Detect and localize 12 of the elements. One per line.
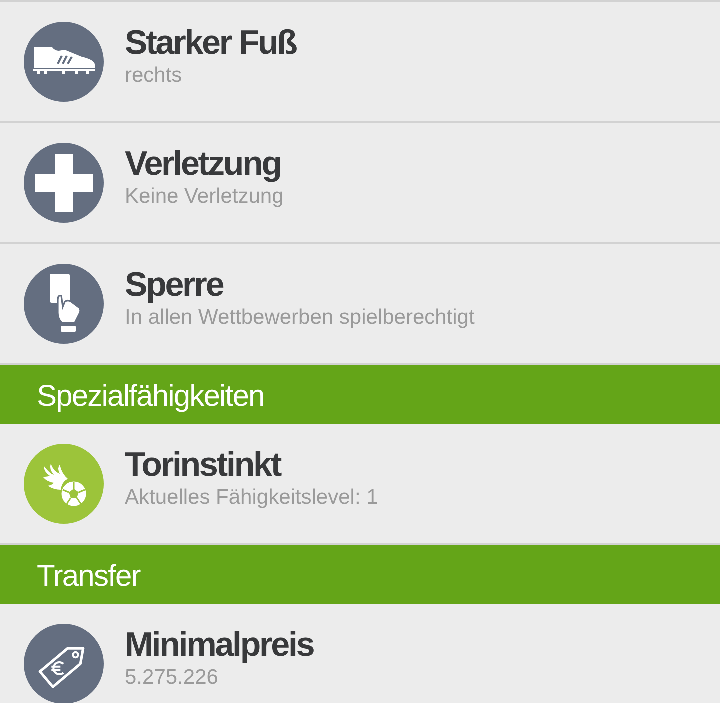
item-subtitle: In allen Wettbewerben spielberechtigt — [125, 305, 475, 331]
section-header: Spezialfähigkeiten — [0, 365, 720, 424]
item-subtitle: Aktuelles Fähigkeitslevel: 1 — [125, 485, 378, 511]
item-title: Minimalpreis — [125, 628, 314, 662]
item-title: Starker Fuß — [125, 26, 296, 60]
item-title: Verletzung — [125, 147, 281, 181]
item-title: Torinstinkt — [125, 448, 281, 482]
item-subtitle: 5.275.226 — [125, 665, 218, 691]
item-subtitle: rechts — [125, 63, 182, 89]
section-header: Transfer — [0, 545, 720, 604]
item-subtitle: Keine Verletzung — [125, 184, 284, 210]
item-title: Sperre — [125, 268, 224, 302]
